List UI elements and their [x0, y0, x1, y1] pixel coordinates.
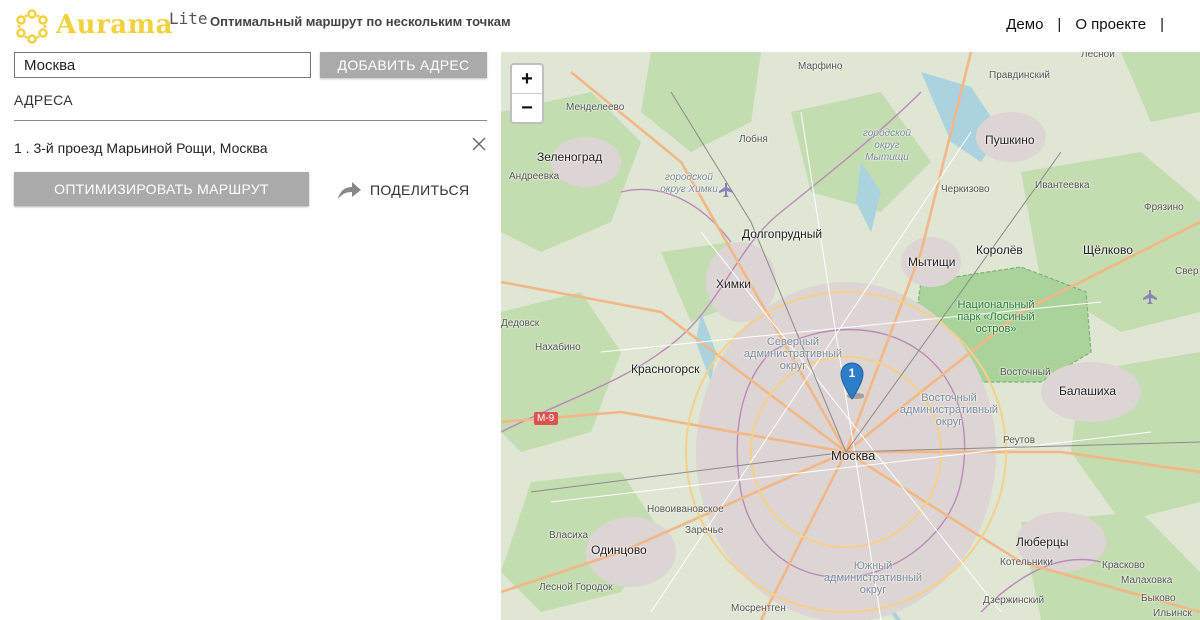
map-label: Лесной Городок	[539, 582, 613, 593]
map-label: Ильинск	[1153, 608, 1192, 619]
map-label: Щёлково	[1083, 243, 1133, 257]
map-label: городской округ Химки	[660, 172, 718, 195]
map-label: Люберцы	[1016, 535, 1069, 549]
tagline: Оптимальный маршрут по нескольким точкам	[210, 14, 511, 29]
map-label: Красногорск	[631, 362, 700, 376]
nav-demo-link[interactable]: Демо	[1006, 16, 1043, 33]
map-label: Одинцово	[591, 543, 647, 557]
map-label: Долгопрудный	[742, 227, 823, 241]
map-label: Котельники	[1000, 557, 1053, 568]
zoom-control: + −	[510, 63, 544, 124]
map-label: Северный административный округ	[743, 336, 843, 372]
top-nav: Демо | О проекте |	[1006, 16, 1178, 33]
brand-name: Aurama	[56, 10, 173, 40]
share-arrow-icon	[338, 182, 361, 199]
map-label: Нахабино	[535, 342, 581, 353]
map-label: Мосрентген	[731, 603, 786, 614]
map-label: Восточный административный округ	[899, 392, 999, 428]
address-input[interactable]	[14, 52, 311, 78]
header: Aurama Lite Оптимальный маршрут по неско…	[0, 0, 1200, 52]
remove-address-close-icon[interactable]	[471, 136, 487, 152]
marker-number: 1	[848, 366, 856, 380]
add-address-button[interactable]: ДОБАВИТЬ АДРЕС	[320, 52, 487, 78]
map-label: Власиха	[549, 530, 589, 541]
map-view[interactable]: Марфино Правдинский Лесной Менделеево Ло…	[501, 52, 1200, 620]
map-tiles	[501, 52, 1200, 620]
map-label: Балашиха	[1059, 384, 1117, 398]
map-label: городской округ Мытищи	[863, 128, 911, 163]
optimize-route-button[interactable]: ОПТИМИЗИРОВАТЬ МАРШРУТ	[14, 172, 309, 206]
map-label: Национальный парк «Лосиный остров»	[957, 299, 1035, 335]
nav-about-link[interactable]: О проекте	[1075, 16, 1146, 33]
map-label: Лобня	[739, 134, 768, 145]
map-label: Менделеево	[566, 102, 625, 113]
map-label: Химки	[716, 277, 751, 291]
map-marker[interactable]: 1	[840, 362, 865, 400]
nav-separator: |	[1160, 16, 1164, 33]
map-label: Черкизово	[941, 184, 990, 195]
zoom-out-button[interactable]: −	[512, 94, 542, 122]
divider	[14, 120, 487, 121]
map-label: Восточный	[1000, 367, 1051, 378]
map-label: Правдинский	[989, 70, 1051, 81]
map-label: Заречье	[685, 525, 724, 536]
map-label: Зеленоград	[537, 150, 603, 164]
map-label: Москва	[831, 448, 876, 463]
map-label: Пушкино	[985, 133, 1035, 147]
addresses-heading: АДРЕСА	[14, 92, 73, 108]
map-label: Свер	[1175, 266, 1199, 277]
map-label: Малаховка	[1121, 575, 1173, 586]
brand-edition: Lite	[169, 9, 208, 28]
map-label: Реутов	[1003, 435, 1036, 446]
map-label: Мытищи	[908, 255, 956, 269]
map-label: Королёв	[976, 243, 1023, 257]
map-label: Красково	[1102, 560, 1145, 571]
share-label: ПОДЕЛИТЬСЯ	[370, 182, 470, 198]
zoom-in-button[interactable]: +	[512, 65, 542, 94]
nav-separator: |	[1057, 16, 1062, 33]
share-button[interactable]: ПОДЕЛИТЬСЯ	[336, 178, 469, 202]
map-label: Ивантеевка	[1035, 180, 1090, 191]
address-list-item: 1 . 3-й проезд Марьиной Рощи, Москва	[14, 140, 268, 156]
map-label: Дедовск	[501, 318, 540, 329]
aurama-logo-icon	[16, 9, 48, 44]
map-label: Лесной	[1081, 52, 1115, 60]
map-label: Новоивановское	[647, 504, 724, 515]
map-label: Марфино	[798, 61, 843, 72]
map-label: М-9	[537, 413, 555, 424]
map-label: Быково	[1141, 593, 1176, 604]
map-label: Андреевка	[509, 171, 560, 182]
map-label: Фрязино	[1144, 202, 1184, 213]
map-label: Южный административный округ	[823, 560, 923, 596]
map-label: Дзержинский	[983, 595, 1045, 606]
